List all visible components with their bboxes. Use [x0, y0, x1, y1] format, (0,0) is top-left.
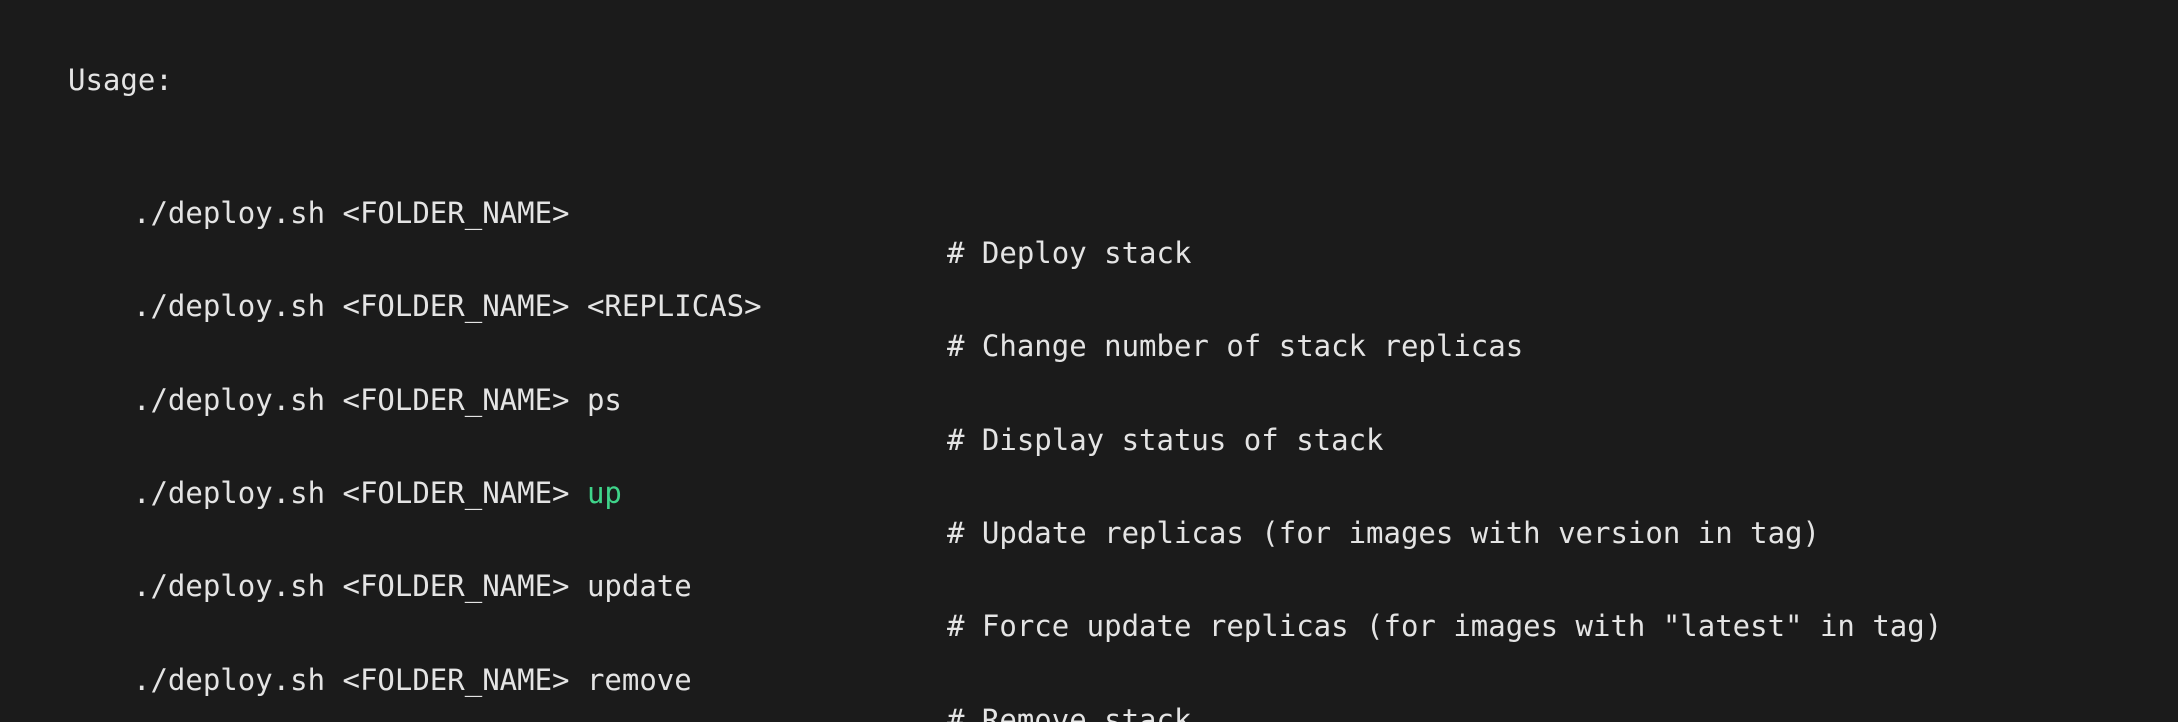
command-text: ./deploy.sh <FOLDER_NAME> [133, 663, 587, 697]
usage-command: ./deploy.sh <FOLDER_NAME> up [133, 473, 622, 513]
clipped-top-line [68, 0, 295, 18]
usage-label: Usage: [68, 63, 173, 97]
command-arg: <REPLICAS> [586, 289, 762, 323]
command-arg: remove [586, 663, 692, 697]
usage-command: ./deploy.sh <FOLDER_NAME> remove [133, 660, 692, 700]
command-arg: update [586, 569, 692, 603]
command-text: ./deploy.sh <FOLDER_NAME> [133, 383, 587, 417]
command-text: ./deploy.sh <FOLDER_NAME> [133, 569, 587, 603]
command-text: ./deploy.sh <FOLDER_NAME> [133, 289, 587, 323]
usage-command: ./deploy.sh <FOLDER_NAME> ps [133, 380, 622, 420]
usage-command: ./deploy.sh <FOLDER_NAME> update [133, 566, 692, 606]
command-arg-highlighted: up [586, 476, 622, 510]
usage-comment: # Deploy stack [947, 236, 1192, 270]
usage-comment: # Force update replicas (for images with… [947, 609, 1943, 643]
usage-row-remove: ./deploy.sh <FOLDER_NAME> remove # Remov… [0, 620, 1191, 722]
terminal-output: Usage: ./deploy.sh <FOLDER_NAME> # Deplo… [0, 0, 2178, 722]
usage-comment: # Display status of stack [947, 423, 1384, 457]
command-text: ./deploy.sh <FOLDER_NAME> [133, 476, 587, 510]
usage-row-ps: ./deploy.sh <FOLDER_NAME> ps # Display s… [0, 340, 1384, 457]
command-arg: ps [586, 383, 622, 417]
usage-comment: # Change number of stack replicas [947, 329, 1524, 363]
usage-row-up: ./deploy.sh <FOLDER_NAME> up # Update re… [0, 433, 1820, 550]
usage-row-replicas: ./deploy.sh <FOLDER_NAME> <REPLICAS> # C… [0, 246, 1523, 363]
usage-row-deploy: ./deploy.sh <FOLDER_NAME> # Deploy stack [0, 153, 1191, 270]
usage-comment: # Remove stack [947, 703, 1192, 722]
usage-command: ./deploy.sh <FOLDER_NAME> [133, 193, 570, 233]
usage-row-update: ./deploy.sh <FOLDER_NAME> update # Force… [0, 526, 1942, 643]
usage-comment: # Update replicas (for images with versi… [947, 516, 1820, 550]
usage-command: ./deploy.sh <FOLDER_NAME> <REPLICAS> [133, 286, 762, 326]
command-text: ./deploy.sh <FOLDER_NAME> [133, 196, 570, 230]
